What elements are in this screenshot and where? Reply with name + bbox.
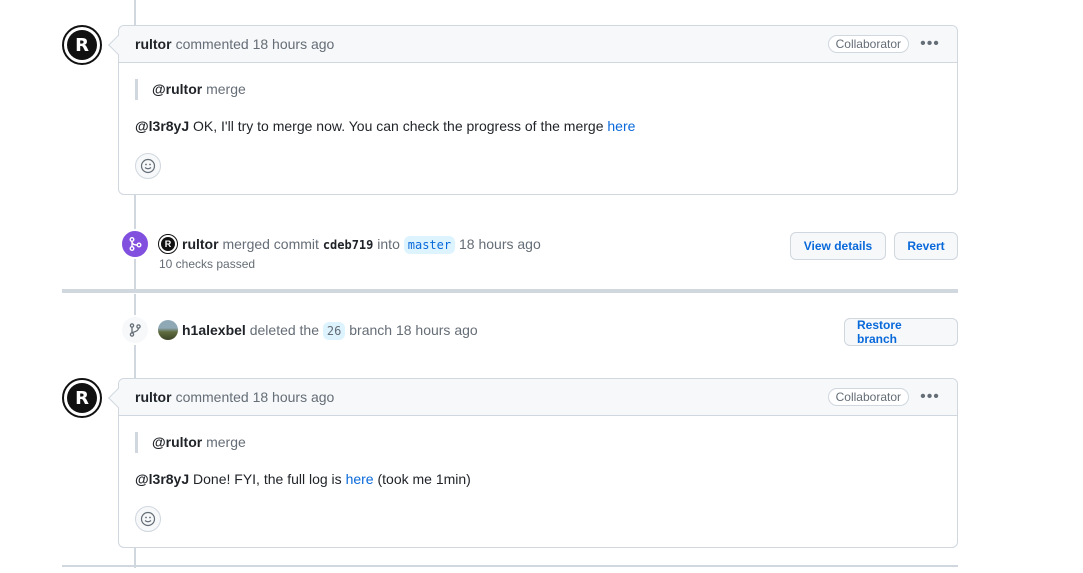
event-timestamp[interactable]: 18 hours ago [459,236,541,252]
event-into: into [377,235,400,252]
event-suffix: branch [349,321,393,338]
mention[interactable]: @l3r8yJ [135,118,189,134]
event-timestamp[interactable]: 18 hours ago [396,322,478,338]
avatar[interactable]: R [158,234,178,254]
message-text: OK, I'll try to merge now. You can check… [193,118,604,134]
merge-event-text: rultor merged commit cdeb719 into master… [182,234,541,255]
comment-author[interactable]: rultor [135,36,172,52]
comment-timestamp[interactable]: commented 18 hours ago [176,389,335,405]
checks-status[interactable]: 10 checks passed [159,257,255,271]
collaborator-badge: Collaborator [827,35,909,53]
comment-body: @rultor merge @l3r8yJ OK, I'll try to me… [119,63,957,191]
smiley-icon [140,158,156,174]
timeline-separator [62,289,958,293]
rultor-logo: R [67,30,97,60]
progress-link[interactable]: here [607,118,635,134]
mention[interactable]: @rultor [152,434,202,450]
blockquote: @rultor merge [135,432,941,453]
quote-text: merge [206,81,246,97]
rultor-logo: R [67,383,97,413]
branch-deleted-event: h1alexbel deleted the 26 branch 18 hours… [120,315,958,345]
comment-header: rultor commented 18 hours ago Collaborat… [119,26,957,63]
view-details-button[interactable]: View details [790,232,886,260]
timeline-separator [62,565,958,567]
comment: rultor commented 18 hours ago Collaborat… [108,25,958,195]
restore-branch-button[interactable]: Restore branch [844,318,958,346]
add-reaction-button[interactable] [135,506,161,532]
avatar[interactable]: R [62,378,102,418]
event-action: deleted the [249,321,320,338]
message-text: Done! FYI, the full log is [193,471,342,487]
event-action: merged commit [222,235,319,252]
timeline-line [134,0,136,26]
comment-message: @l3r8yJ OK, I'll try to merge now. You c… [135,116,941,137]
commit-sha[interactable]: cdeb719 [323,238,374,252]
kebab-menu-icon[interactable]: ••• [919,36,941,52]
smiley-icon [140,511,156,527]
blockquote: @rultor merge [135,79,941,100]
event-actor[interactable]: rultor [182,236,219,252]
comment-message: @l3r8yJ Done! FYI, the full log is here … [135,469,941,490]
event-actor[interactable]: h1alexbel [182,322,246,338]
branch-label: 26 [322,321,346,340]
avatar[interactable] [158,320,178,340]
comment-author[interactable]: rultor [135,389,172,405]
collaborator-badge: Collaborator [827,388,909,406]
kebab-menu-icon[interactable]: ••• [919,389,941,405]
mention[interactable]: @rultor [152,81,202,97]
add-reaction-button[interactable] [135,153,161,179]
log-link[interactable]: here [346,471,374,487]
comment-timestamp[interactable]: commented 18 hours ago [176,36,335,52]
mention[interactable]: @l3r8yJ [135,471,189,487]
comment-header: rultor commented 18 hours ago Collaborat… [119,379,957,416]
avatar[interactable]: R [62,25,102,65]
comment: rultor commented 18 hours ago Collaborat… [108,378,958,548]
quote-text: merge [206,434,246,450]
git-merge-icon [120,229,150,259]
git-branch-icon [120,315,150,345]
branch-label[interactable]: master [403,235,456,254]
revert-button[interactable]: Revert [894,232,958,260]
comment-body: @rultor merge @l3r8yJ Done! FYI, the ful… [119,416,957,544]
message-after: (took me 1min) [377,471,471,487]
branch-deleted-text: h1alexbel deleted the 26 branch 18 hours… [182,320,478,341]
